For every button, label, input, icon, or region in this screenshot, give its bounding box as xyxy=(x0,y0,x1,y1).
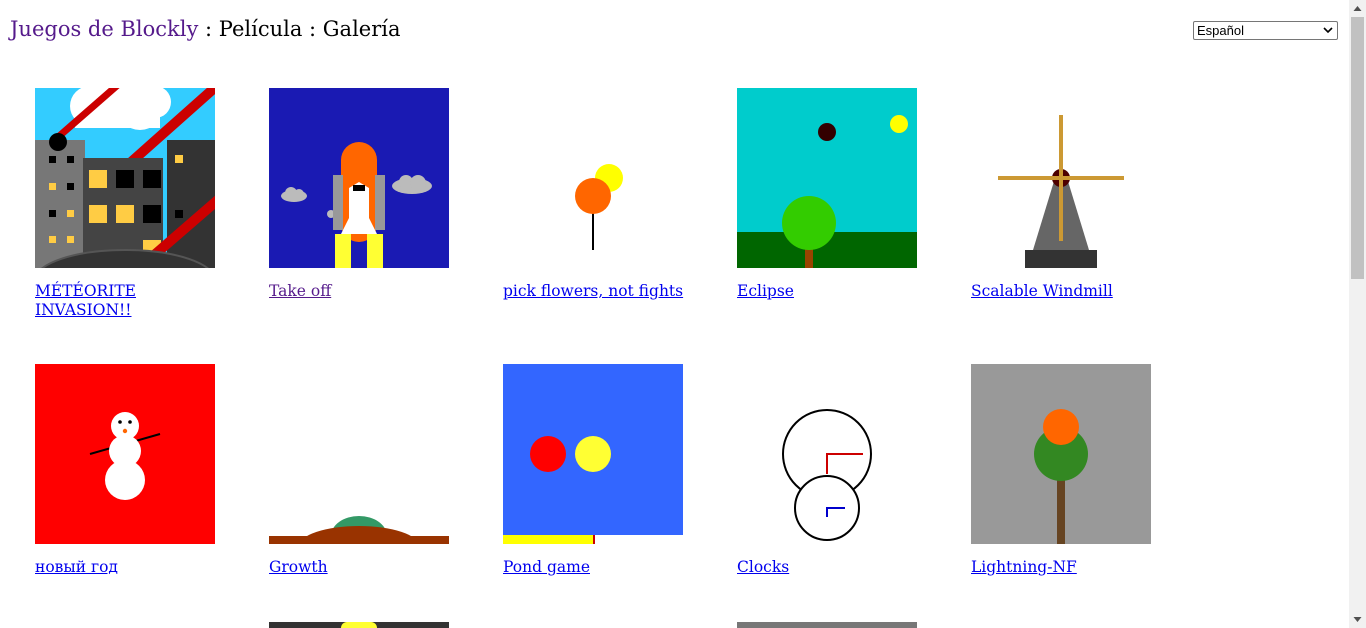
scroll-up-icon[interactable] xyxy=(1353,4,1362,13)
breadcrumb-section: Película xyxy=(218,17,303,41)
scroll-down-icon[interactable] xyxy=(1353,615,1362,624)
gallery-item-partial[interactable] xyxy=(269,622,449,628)
gallery-item-title[interactable]: Eclipse xyxy=(737,282,927,301)
clocks-icon[interactable] xyxy=(737,364,917,544)
orange-tree-icon[interactable] xyxy=(971,364,1151,544)
gallery-item-title[interactable]: Pond game xyxy=(503,558,693,577)
snowman-icon[interactable] xyxy=(35,364,215,544)
gallery-item-title[interactable]: новый год xyxy=(35,558,225,577)
space-shuttle-icon[interactable] xyxy=(269,88,449,268)
breadcrumb: Juegos de Blockly : Película : Galería xyxy=(10,17,401,41)
gallery-item-title[interactable]: Lightning-NF xyxy=(971,558,1161,577)
page-title: Galería xyxy=(322,17,401,41)
eclipse-tree-icon[interactable] xyxy=(737,88,917,268)
language-select[interactable]: Español xyxy=(1193,21,1338,40)
app-home-link[interactable]: Juegos de Blockly xyxy=(10,17,198,41)
language-select-value: Español xyxy=(1197,23,1244,38)
breadcrumb-separator: : xyxy=(302,17,323,41)
gallery-item-title[interactable]: Clocks xyxy=(737,558,927,577)
gallery-item-title[interactable]: Scalable Windmill xyxy=(971,282,1161,301)
pond-icon[interactable] xyxy=(503,364,683,544)
windmill-icon[interactable] xyxy=(971,88,1151,268)
gallery-item-title[interactable]: Take off xyxy=(269,282,459,301)
growth-mound-icon[interactable] xyxy=(269,364,449,544)
breadcrumb-separator: : xyxy=(198,17,219,41)
page-scrollbar[interactable] xyxy=(1349,0,1366,628)
flower-icon[interactable] xyxy=(503,88,683,268)
sun-icon xyxy=(341,622,377,628)
scrollbar-thumb[interactable] xyxy=(1351,17,1364,279)
gallery-item-title[interactable]: pick flowers, not fights xyxy=(503,282,693,301)
gallery-item-partial[interactable] xyxy=(737,622,917,628)
chevron-down-icon xyxy=(1323,27,1333,34)
gallery-item-title[interactable]: MÉTÉORITE INVASION!! xyxy=(35,282,225,320)
city-meteor-icon[interactable] xyxy=(35,88,215,268)
gallery-item-title[interactable]: Growth xyxy=(269,558,459,577)
